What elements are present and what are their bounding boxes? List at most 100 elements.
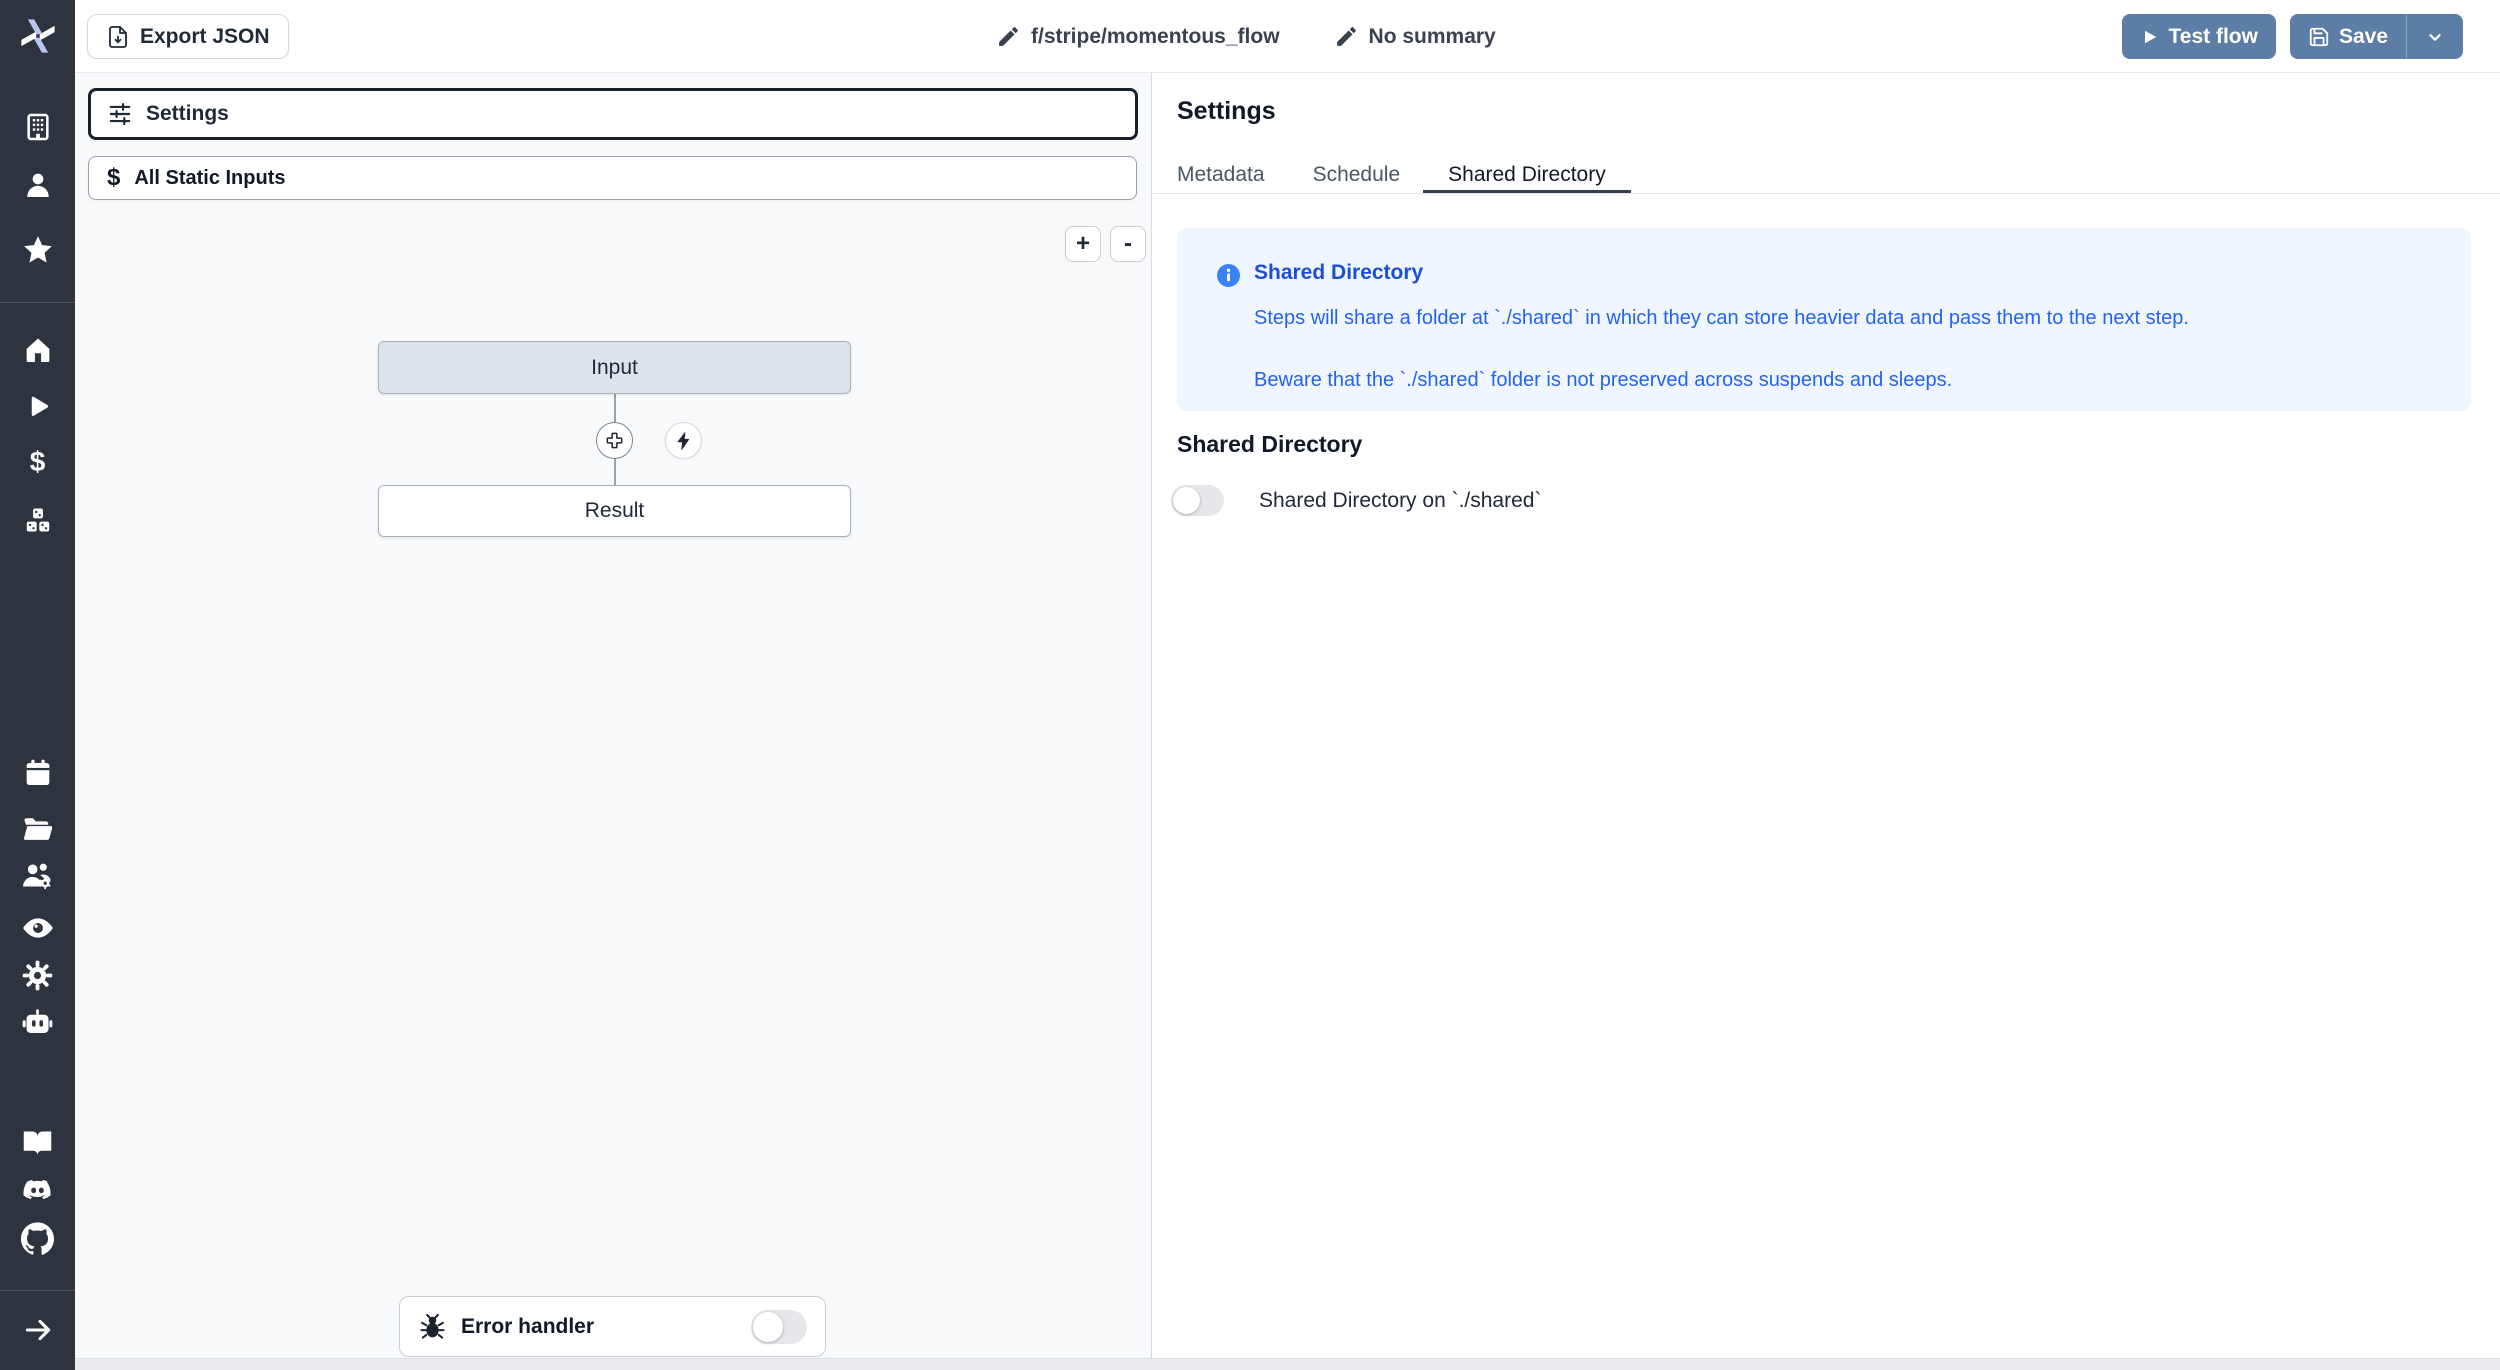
play-icon [23,392,53,422]
sidebar-item-home[interactable] [0,333,75,367]
shared-directory-toggle[interactable] [1171,485,1224,516]
sidebar-collapse-button[interactable] [0,1313,75,1347]
settings-gear-icon [21,959,54,992]
sidebar-item-audit[interactable] [0,911,75,945]
zap-icon [674,431,694,451]
sidebar-item-workers[interactable] [0,1005,75,1039]
file-export-icon [106,25,130,49]
folder-open-icon [21,812,54,845]
sidebar-item-logo[interactable] [0,13,75,59]
info-line-2: Beware that the `./shared` folder is not… [1254,369,1952,392]
sidebar-item-workspace[interactable] [0,110,75,144]
all-static-inputs-node[interactable]: $ All Static Inputs [88,156,1137,200]
error-handler-toggle[interactable] [751,1310,807,1344]
error-handler-node[interactable]: Error handler [399,1296,826,1357]
settings-tabbar: Metadata Schedule Shared Directory [1153,155,2500,194]
bottom-strip [75,1358,2500,1370]
chevron-down-icon [2424,26,2446,48]
zoom-in-label: + [1076,232,1090,256]
sidebar-item-docs[interactable] [0,1125,75,1159]
arrow-right-icon [22,1314,54,1346]
windmill-flow-editor: $ [0,0,2500,1370]
flow-summary: No summary [1369,25,1496,49]
eye-icon [21,911,55,945]
sidebar-item-favorites[interactable] [0,233,75,267]
home-icon [22,334,54,366]
calendar-icon [22,757,54,789]
building-icon [22,111,54,143]
topbar: Export JSON f/stripe/momentous_flow No s… [75,0,2500,73]
pencil-icon [1334,24,1359,49]
sidebar-item-resources[interactable] [0,503,75,537]
zoom-in-button[interactable]: + [1065,226,1101,262]
github-icon [21,1222,54,1255]
bot-icon [21,1006,54,1039]
tab-schedule[interactable]: Schedule [1313,157,1401,193]
star-icon [21,233,55,267]
sidebar-item-folders[interactable] [0,811,75,845]
result-node-label: Result [585,499,645,523]
flow-settings-label: Settings [146,102,229,126]
windmill-logo-icon [17,15,59,57]
sidebar: $ [0,0,75,1370]
tab-metadata[interactable]: Metadata [1177,157,1265,193]
boxes-icon [22,504,54,536]
topbar-actions: Test flow Save [2122,14,2464,59]
flow-canvas: Settings $ All Static Inputs + - Input [75,73,1152,1358]
export-json-button[interactable]: Export JSON [87,14,289,59]
toggle-knob [1173,487,1200,514]
sidebar-item-groups[interactable] [0,858,75,892]
sidebar-item-user[interactable] [0,168,75,202]
shared-directory-toggle-label: Shared Directory on `./shared` [1259,489,1541,513]
flow-path: f/stripe/momentous_flow [1031,25,1280,49]
result-node[interactable]: Result [378,485,851,537]
flow-summary-edit[interactable]: No summary [1334,24,1496,49]
shared-directory-section-title: Shared Directory [1177,431,1362,458]
sidebar-item-settings[interactable] [0,958,75,992]
users-settings-icon [21,859,54,892]
zoom-out-button[interactable]: - [1110,226,1146,262]
dollar-icon: $ [30,446,46,478]
info-title: Shared Directory [1254,261,1423,285]
export-json-label: Export JSON [140,25,270,49]
trigger-button[interactable] [665,422,702,459]
tab-shared-directory[interactable]: Shared Directory [1423,157,1631,193]
sidebar-item-github[interactable] [0,1221,75,1255]
bug-icon [418,1312,447,1341]
info-line-1: Steps will share a folder at `./shared` … [1254,307,2189,330]
settings-panel: Settings Metadata Schedule Shared Direct… [1153,73,2500,1358]
plus-icon [604,430,625,451]
user-icon [22,169,54,201]
add-step-button[interactable] [596,422,633,459]
sliders-icon [107,101,133,127]
save-button-group: Save [2290,14,2463,59]
flow-settings-node[interactable]: Settings [88,88,1138,140]
sidebar-item-schedules[interactable] [0,756,75,790]
breadcrumb: f/stripe/momentous_flow No summary [996,0,1496,73]
input-node-label: Input [591,356,638,380]
save-dropdown-button[interactable] [2406,14,2463,59]
panel-title: Settings [1177,97,1276,126]
test-flow-label: Test flow [2169,25,2258,49]
test-flow-button[interactable]: Test flow [2122,14,2276,59]
input-node[interactable]: Input [378,341,851,394]
dollar-icon: $ [107,164,120,192]
save-icon [2308,26,2330,48]
save-button[interactable]: Save [2290,14,2406,59]
flow-path-edit[interactable]: f/stripe/momentous_flow [996,24,1280,49]
sidebar-item-variables[interactable]: $ [0,445,75,479]
shared-directory-info-box: Shared Directory Steps will share a fold… [1177,228,2471,411]
discord-icon [21,1174,54,1207]
save-label: Save [2339,25,2388,49]
book-open-icon [21,1126,54,1159]
shared-directory-toggle-row: Shared Directory on `./shared` [1171,485,1541,516]
info-icon [1217,264,1240,287]
play-icon [2140,27,2160,47]
sidebar-divider [0,1290,75,1291]
sidebar-item-runs[interactable] [0,390,75,424]
pencil-icon [996,24,1021,49]
sidebar-item-discord[interactable] [0,1173,75,1207]
zoom-out-label: - [1124,232,1132,256]
sidebar-divider [0,302,75,303]
all-static-inputs-label: All Static Inputs [134,167,285,190]
